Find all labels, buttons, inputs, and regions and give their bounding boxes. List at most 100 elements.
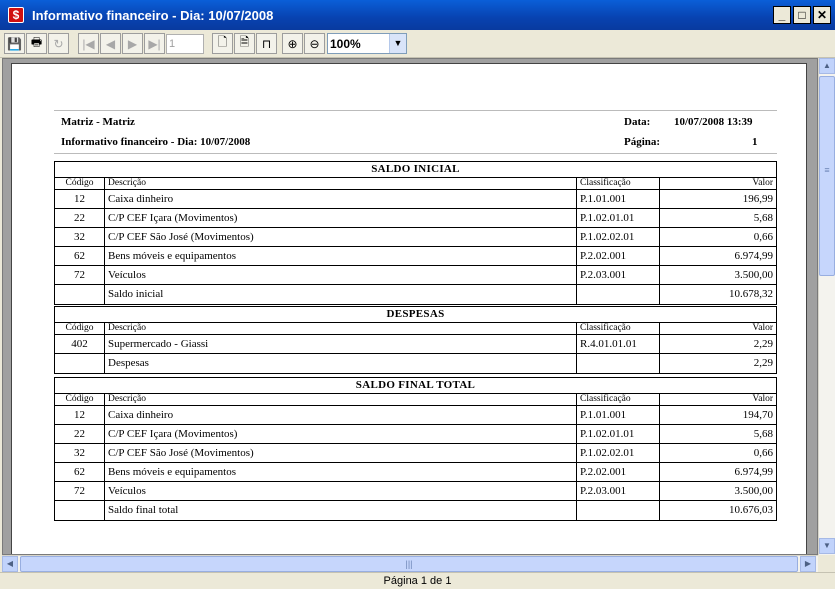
column-header-row: Código Descrição Classificação Valor <box>55 323 776 335</box>
first-page-icon[interactable]: |◀ <box>78 33 99 54</box>
total-value: 2,29 <box>753 357 773 369</box>
next-page-icon[interactable]: ▶ <box>122 33 143 54</box>
descricao-cell: Caixa dinheiro <box>105 190 577 208</box>
col-valor: Valor <box>752 394 773 404</box>
close-button[interactable]: ✕ <box>813 6 831 24</box>
codigo-cell: 22 <box>55 425 105 443</box>
classificacao-cell: P.1.02.02.01 <box>577 228 660 246</box>
col-valor: Valor <box>752 178 773 188</box>
column-header-row: Código Descrição Classificação Valor <box>55 178 776 190</box>
date-label: Data: <box>624 116 651 128</box>
print-icon[interactable]: 🖶 <box>26 33 47 54</box>
previous-page-icon[interactable]: ◀ <box>100 33 121 54</box>
codigo-cell: 32 <box>55 444 105 462</box>
valor-cell: 6.974,99 <box>734 466 774 478</box>
descricao-cell: C/P CEF Içara (Movimentos) <box>105 425 577 443</box>
descricao-cell: C/P CEF Içara (Movimentos) <box>105 209 577 227</box>
descricao-cell: Bens móveis e equipamentos <box>105 247 577 265</box>
page-label: Página: <box>624 136 661 148</box>
last-page-icon[interactable]: ▶| <box>144 33 165 54</box>
page-number-input[interactable]: 1 <box>166 33 204 54</box>
section-saldo-final-total: SALDO FINAL TOTAL Código Descrição Class… <box>54 377 777 521</box>
classificacao-cell: P.1.01.001 <box>577 406 660 424</box>
zoom-in-icon[interactable]: ⊕ <box>282 33 303 54</box>
page-value: 1 <box>752 136 758 148</box>
valor-cell: 2,29 <box>753 338 773 350</box>
save-icon[interactable]: 💾 <box>4 33 25 54</box>
zoom-select[interactable]: 100% ▼ <box>327 33 407 54</box>
codigo-cell: 12 <box>55 406 105 424</box>
zoom-out-icon[interactable]: ⊖ <box>304 33 325 54</box>
maximize-button[interactable]: □ <box>793 6 811 24</box>
valor-cell: 6.974,99 <box>734 250 774 262</box>
col-valor: Valor <box>752 323 773 333</box>
table-row: 22 C/P CEF Içara (Movimentos) P.1.02.01.… <box>55 209 776 228</box>
descricao-cell: Bens móveis e equipamentos <box>105 463 577 481</box>
section-title: DESPESAS <box>55 307 776 323</box>
col-classificacao: Classificação <box>577 323 660 334</box>
section-despesas: DESPESAS Código Descrição Classificação … <box>54 306 777 374</box>
scroll-down-icon[interactable]: ▼ <box>819 538 835 554</box>
codigo-cell: 62 <box>55 463 105 481</box>
total-value: 10.678,32 <box>729 288 773 300</box>
vertical-scroll-thumb[interactable]: ≡ <box>819 76 835 276</box>
valor-cell: 3.500,00 <box>734 269 774 281</box>
horizontal-scrollbar[interactable]: ◀ ||| ▶ <box>2 555 818 572</box>
single-page-icon[interactable]: 🗋 <box>212 33 233 54</box>
app-dollar-icon[interactable]: $ <box>8 7 24 23</box>
scroll-left-icon[interactable]: ◀ <box>2 556 18 572</box>
classificacao-cell: P.1.02.01.01 <box>577 209 660 227</box>
horizontal-scroll-thumb[interactable]: ||| <box>20 556 798 572</box>
section-title: SALDO FINAL TOTAL <box>55 378 776 394</box>
table-row: 22 C/P CEF Içara (Movimentos) P.1.02.01.… <box>55 425 776 444</box>
descricao-cell: Veículos <box>105 482 577 500</box>
table-row: 12 Caixa dinheiro P.1.01.001 194,70 <box>55 406 776 425</box>
table-row: 72 Veículos P.2.03.001 3.500,00 <box>55 482 776 501</box>
date-value: 10/07/2008 13:39 <box>674 116 753 128</box>
classificacao-cell <box>577 501 660 520</box>
classificacao-cell: P.1.01.001 <box>577 190 660 208</box>
vertical-scrollbar[interactable]: ▲ ≡ ▼ <box>818 58 835 555</box>
preview-area[interactable]: Matriz - Matriz Data: 10/07/2008 13:39 I… <box>2 58 818 555</box>
refresh-icon[interactable]: ↻ <box>48 33 69 54</box>
section-saldo-inicial: SALDO INICIAL Código Descrição Classific… <box>54 161 777 305</box>
status-bar: Página 1 de 1 <box>0 572 835 589</box>
col-classificacao: Classificação <box>577 178 660 189</box>
page-width-icon[interactable]: ⊓ <box>256 33 277 54</box>
total-row: Saldo final total 10.676,03 <box>55 501 776 520</box>
codigo-cell: 32 <box>55 228 105 246</box>
scroll-up-icon[interactable]: ▲ <box>819 58 835 74</box>
report-subtitle: Informativo financeiro - Dia: 10/07/2008 <box>61 136 251 148</box>
col-descricao: Descrição <box>105 394 577 405</box>
codigo-cell <box>55 354 105 373</box>
section-title: SALDO INICIAL <box>55 162 776 178</box>
table-row: 62 Bens móveis e equipamentos P.2.02.001… <box>55 463 776 482</box>
valor-cell: 3.500,00 <box>734 485 774 497</box>
zoom-value: 100% <box>330 36 361 51</box>
toolbar: 💾 🖶 ↻ |◀ ◀ ▶ ▶| 1 🗋 🗎 ⊓ ⊕ ⊖ 100% ▼ <box>0 30 835 58</box>
valor-cell: 5,68 <box>753 428 773 440</box>
classificacao-cell: P.2.02.001 <box>577 463 660 481</box>
scroll-right-icon[interactable]: ▶ <box>800 556 816 572</box>
valor-cell: 0,66 <box>753 447 773 459</box>
descricao-cell: Veículos <box>105 266 577 284</box>
table-row: 72 Veículos P.2.03.001 3.500,00 <box>55 266 776 285</box>
page-status-text: Página 1 de 1 <box>383 575 452 587</box>
company-name: Matriz - Matriz <box>61 116 135 128</box>
title-bar[interactable]: $ Informativo financeiro - Dia: 10/07/20… <box>0 0 835 30</box>
descricao-cell: Caixa dinheiro <box>105 406 577 424</box>
chevron-down-icon[interactable]: ▼ <box>389 34 406 53</box>
two-pages-icon[interactable]: 🗎 <box>234 33 255 54</box>
column-header-row: Código Descrição Classificação Valor <box>55 394 776 406</box>
classificacao-cell: P.1.02.02.01 <box>577 444 660 462</box>
classificacao-cell: P.2.02.001 <box>577 247 660 265</box>
col-classificacao: Classificação <box>577 394 660 405</box>
valor-cell: 196,99 <box>742 193 773 205</box>
descricao-cell: Supermercado - Giassi <box>105 335 577 353</box>
valor-cell: 0,66 <box>753 231 773 243</box>
total-label: Saldo final total <box>105 501 577 520</box>
total-label: Saldo inicial <box>105 285 577 304</box>
minimize-button[interactable]: _ <box>773 6 791 24</box>
col-codigo: Código <box>55 323 105 334</box>
total-label: Despesas <box>105 354 577 373</box>
